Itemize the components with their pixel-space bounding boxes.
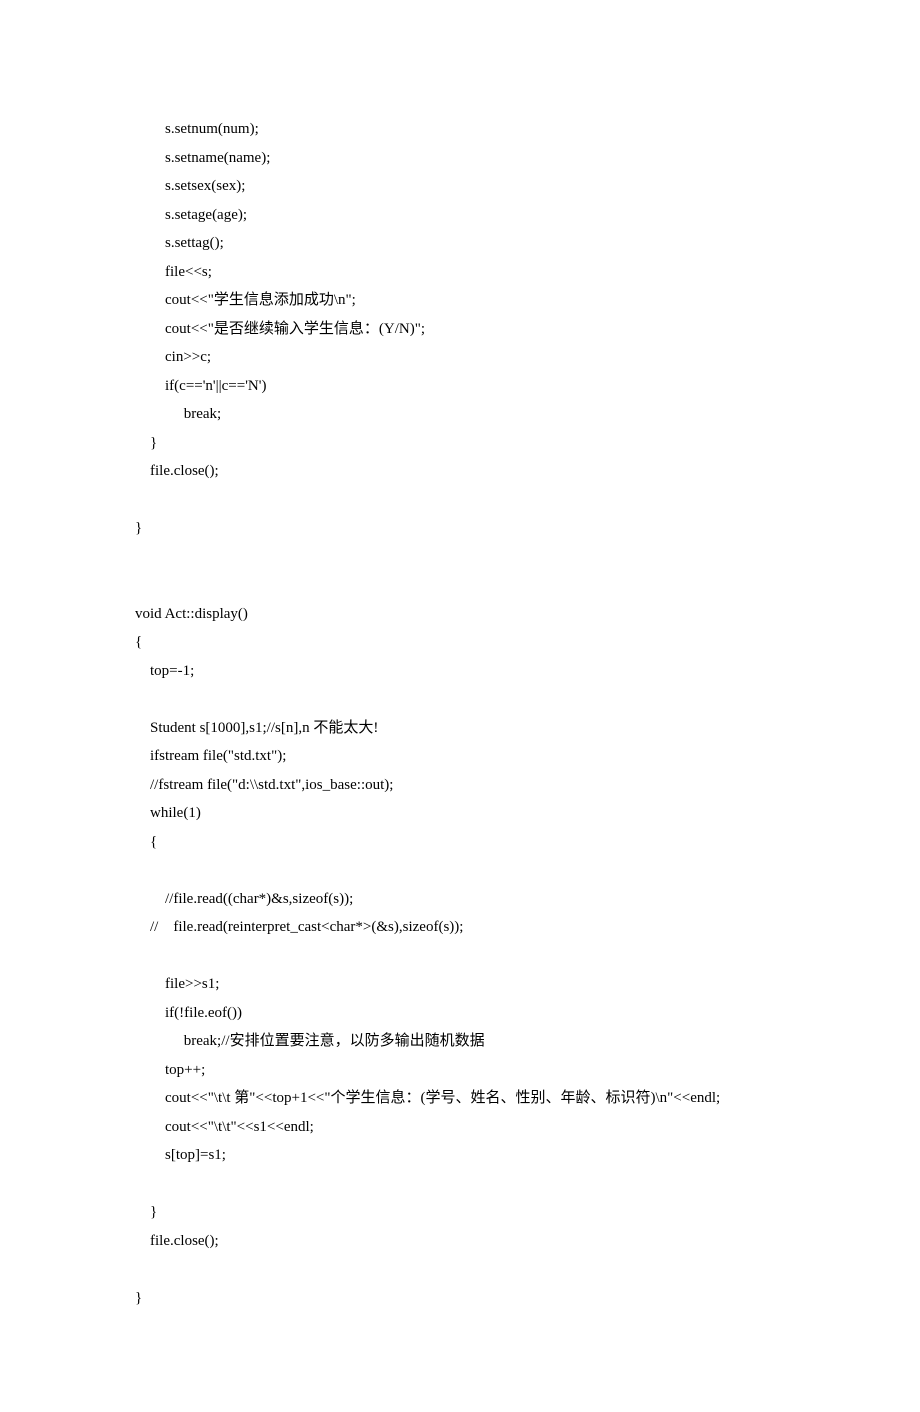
code-line: file.close();: [135, 457, 830, 486]
code-line: if(c=='n'||c=='N'): [135, 372, 830, 401]
code-line: if(!file.eof()): [135, 999, 830, 1028]
code-line: file<<s;: [135, 258, 830, 287]
code-line: s.settag();: [135, 229, 830, 258]
code-line: cout<<"\t\t 第"<<top+1<<"个学生信息：(学号、姓名、性别、…: [135, 1084, 830, 1113]
code-block: s.setnum(num); s.setname(name); s.setsex…: [135, 115, 830, 1312]
code-line: file>>s1;: [135, 970, 830, 999]
code-line: }: [135, 1284, 830, 1313]
code-line: break;: [135, 400, 830, 429]
code-line: {: [135, 628, 830, 657]
code-line: void Act::display(): [135, 600, 830, 629]
code-line: s[top]=s1;: [135, 1141, 830, 1170]
code-line: s.setname(name);: [135, 144, 830, 173]
code-line: [135, 486, 830, 515]
code-line: cin>>c;: [135, 343, 830, 372]
code-line: {: [135, 828, 830, 857]
code-line: [135, 942, 830, 971]
code-line: }: [135, 514, 830, 543]
code-line: top=-1;: [135, 657, 830, 686]
code-line: s.setsex(sex);: [135, 172, 830, 201]
code-line: [135, 543, 830, 572]
code-line: //file.read((char*)&s,sizeof(s));: [135, 885, 830, 914]
code-line: [135, 1255, 830, 1284]
code-page: s.setnum(num); s.setname(name); s.setsex…: [0, 0, 920, 1412]
code-line: cout<<"\t\t"<<s1<<endl;: [135, 1113, 830, 1142]
code-line: [135, 571, 830, 600]
code-line: while(1): [135, 799, 830, 828]
code-line: cout<<"学生信息添加成功\n";: [135, 286, 830, 315]
code-line: }: [135, 429, 830, 458]
code-line: //fstream file("d:\\std.txt",ios_base::o…: [135, 771, 830, 800]
code-line: break;//安排位置要注意，以防多输出随机数据: [135, 1027, 830, 1056]
code-line: cout<<"是否继续输入学生信息：(Y/N)";: [135, 315, 830, 344]
code-line: [135, 1170, 830, 1199]
code-line: s.setage(age);: [135, 201, 830, 230]
code-line: // file.read(reinterpret_cast<char*>(&s)…: [135, 913, 830, 942]
code-line: top++;: [135, 1056, 830, 1085]
code-line: file.close();: [135, 1227, 830, 1256]
code-line: }: [135, 1198, 830, 1227]
code-line: s.setnum(num);: [135, 115, 830, 144]
code-line: [135, 856, 830, 885]
code-line: ifstream file("std.txt");: [135, 742, 830, 771]
code-line: Student s[1000],s1;//s[n],n 不能太大!: [135, 714, 830, 743]
code-line: [135, 685, 830, 714]
